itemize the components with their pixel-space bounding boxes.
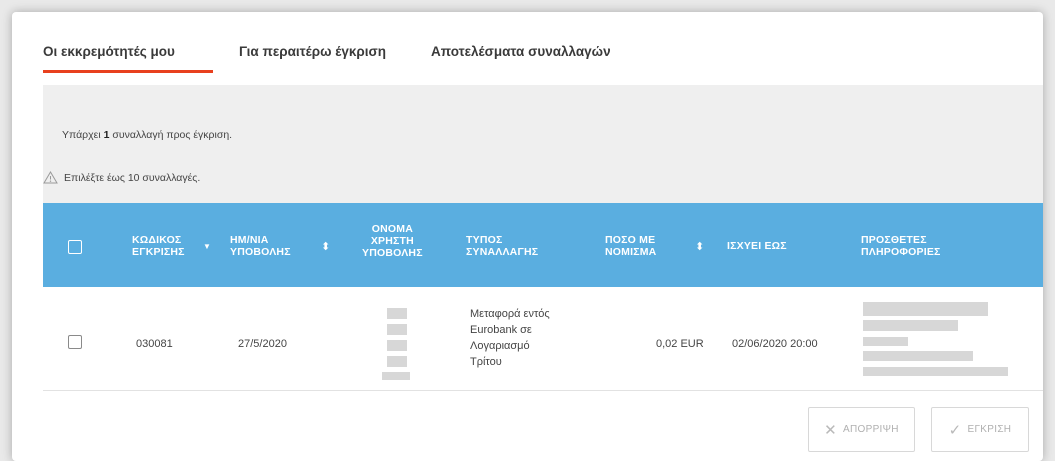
cell-transaction-type-line4: Τρίτου xyxy=(470,356,502,368)
pending-count-text: Υπάρχει 1 συναλλαγή προς έγκριση. xyxy=(62,129,232,141)
approvals-card: Οι εκκρεμότητές μου Για περαιτέρω έγκρισ… xyxy=(12,12,1043,461)
header-submitter-name-line3: ΥΠΟΒΟΛΗΣ xyxy=(362,247,423,259)
header-submitter-name: ΟΝΟΜΑ ΧΡΗΣΤΗ ΥΠΟΒΟΛΗΣ xyxy=(362,223,423,259)
warning-icon xyxy=(43,171,58,184)
header-amount-currency[interactable]: ΠΟΣΟ ΜΕ ΝΟΜΙΣΜΑ xyxy=(605,234,656,258)
header-additional-info-line2: ΠΛΗΡΟΦΟΡΙΕΣ xyxy=(861,246,941,258)
pending-count: 1 xyxy=(103,129,110,141)
header-approval-code[interactable]: ΚΩΔΙΚΟΣ ΕΓΚΡΙΣΗΣ xyxy=(132,234,185,258)
header-amount-currency-line1: ΠΟΣΟ ΜΕ xyxy=(605,234,656,246)
header-approval-code-line2: ΕΓΚΡΙΣΗΣ xyxy=(132,246,185,258)
header-transaction-type: ΤΥΠΟΣ ΣΥΝΑΛΛΑΓΗΣ xyxy=(466,234,538,258)
header-approval-code-line1: ΚΩΔΙΚΟΣ xyxy=(132,234,182,246)
header-transaction-type-line1: ΤΥΠΟΣ xyxy=(466,234,503,246)
active-tab-indicator xyxy=(43,70,213,73)
approve-button[interactable]: ✓ ΕΓΚΡΙΣΗ xyxy=(931,407,1029,452)
tab-further-approval[interactable]: Για περαιτέρω έγκριση xyxy=(239,44,386,59)
header-transaction-type-line2: ΣΥΝΑΛΛΑΓΗΣ xyxy=(466,246,539,258)
cell-transaction-type-line3: Λογαριασμό xyxy=(470,340,530,352)
header-submission-date-line1: ΗΜ/ΝΙΑ xyxy=(230,234,269,246)
reject-button[interactable]: ✕ ΑΠΟΡΡΙΨΗ xyxy=(808,407,915,452)
header-valid-until-line1: ΙΣΧΥΕΙ ΕΩΣ xyxy=(727,240,787,252)
table-row: 030081 27/5/2020 Μεταφορά εντός Eurobank… xyxy=(43,287,1043,391)
header-valid-until: ΙΣΧΥΕΙ ΕΩΣ xyxy=(727,240,787,252)
table-header: ΚΩΔΙΚΟΣ ΕΓΚΡΙΣΗΣ ▼ ΗΜ/ΝΙΑ ΥΠΟΒΟΛΗΣ ⬍ ΟΝΟ… xyxy=(43,203,1043,287)
tab-bar: Οι εκκρεμότητές μου Για περαιτέρω έγκρισ… xyxy=(43,12,1043,84)
header-submitter-name-line2: ΧΡΗΣΤΗ xyxy=(370,235,414,247)
reject-label: ΑΠΟΡΡΙΨΗ xyxy=(843,424,899,435)
cell-transaction-type-line2: Eurobank σε xyxy=(470,324,532,336)
cell-transaction-type-line1: Μεταφορά εντός xyxy=(470,308,550,320)
header-submission-date[interactable]: ΗΜ/ΝΙΑ ΥΠΟΒΟΛΗΣ xyxy=(230,234,291,258)
cell-amount: 0,02 EUR xyxy=(656,338,704,350)
header-additional-info-line1: ΠΡΟΣΘΕΤΕΣ xyxy=(861,234,927,246)
row-select-checkbox[interactable] xyxy=(68,335,82,349)
sort-icon[interactable]: ⬍ xyxy=(321,240,330,253)
selection-limit-warning: Επιλέξτε έως 10 συναλλαγές. xyxy=(43,171,200,184)
header-amount-currency-line2: ΝΟΜΙΣΜΑ xyxy=(605,246,657,258)
cell-submission-date: 27/5/2020 xyxy=(238,338,287,350)
sort-desc-icon[interactable]: ▼ xyxy=(203,242,211,251)
count-suffix: συναλλαγή προς έγκριση. xyxy=(112,129,233,141)
check-icon: ✓ xyxy=(948,421,962,439)
select-all-checkbox[interactable] xyxy=(68,240,82,254)
tab-my-pending[interactable]: Οι εκκρεμότητές μου xyxy=(43,44,175,59)
cell-approval-code: 030081 xyxy=(136,338,173,350)
header-submission-date-line2: ΥΠΟΒΟΛΗΣ xyxy=(230,246,291,258)
approve-label: ΕΓΚΡΙΣΗ xyxy=(967,424,1012,435)
count-prefix: Υπάρχει xyxy=(62,129,101,141)
tab-transaction-results[interactable]: Αποτελέσματα συναλλαγών xyxy=(431,44,611,59)
close-icon: ✕ xyxy=(824,421,838,439)
header-additional-info: ΠΡΟΣΘΕΤΕΣ ΠΛΗΡΟΦΟΡΙΕΣ xyxy=(861,234,941,258)
cell-valid-until: 02/06/2020 20:00 xyxy=(732,338,818,350)
header-submitter-name-line1: ΟΝΟΜΑ xyxy=(371,223,413,235)
info-panel: Υπάρχει 1 συναλλαγή προς έγκριση. Επιλέξ… xyxy=(43,85,1043,203)
warning-text: Επιλέξτε έως 10 συναλλαγές. xyxy=(64,171,201,184)
sort-icon[interactable]: ⬍ xyxy=(695,240,704,253)
cell-transaction-type: Μεταφορά εντός Eurobank σε Λογαριασμό Τρ… xyxy=(470,306,550,370)
